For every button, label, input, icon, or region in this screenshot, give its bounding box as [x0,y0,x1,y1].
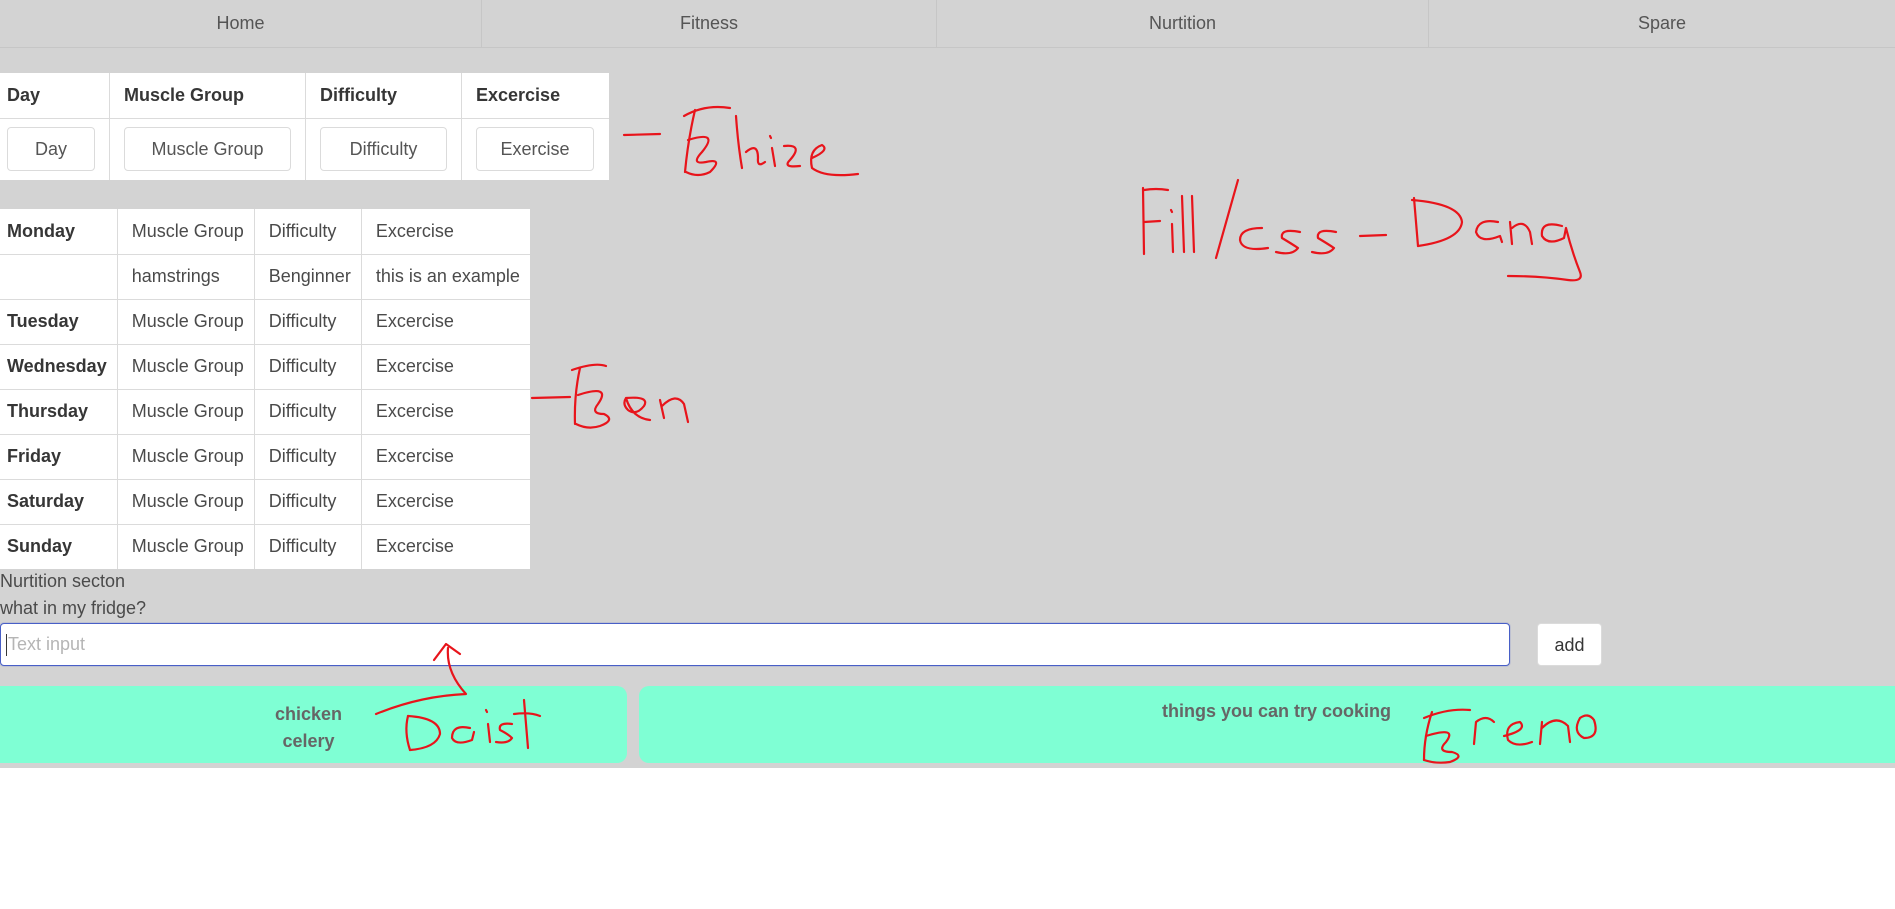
exercise-cell: Excercise [361,209,530,255]
schedule-row: Tuesday Muscle Group Difficulty Excercise [0,299,530,345]
day-cell: Friday [0,434,118,480]
text-caret [6,634,7,657]
difficulty-cell: Difficulty [254,389,362,435]
exercise-cell: this is an example [361,254,530,300]
fridge-item: celery [282,731,335,751]
muscle-group-input[interactable]: Muscle Group [124,127,291,172]
difficulty-cell: Difficulty [254,299,362,345]
header-day: Day [0,73,110,119]
day-cell [0,254,118,300]
schedule-row: Saturday Muscle Group Difficulty Excercise [0,479,530,525]
day-cell: Wednesday [0,344,118,390]
day-cell: Monday [0,209,118,255]
day-cell: Sunday [0,524,118,569]
nav-spare[interactable]: Spare [1429,0,1895,47]
muscle-group-cell: Muscle Group [117,299,255,345]
exercise-cell: Excercise [361,434,530,480]
day-cell: Saturday [0,479,118,525]
difficulty-input[interactable]: Difficulty [320,127,447,172]
muscle-group-cell: hamstrings [117,254,255,300]
fridge-label: what in my fridge? [0,598,147,618]
day-input[interactable]: Day [7,127,95,172]
exercise-cell: Excercise [361,479,530,525]
fridge-input-placeholder: Text input [8,634,86,654]
workout-input-table: Day Muscle Group Difficulty Excercise Da… [0,73,609,180]
add-button[interactable]: add [1537,623,1602,666]
schedule-row: hamstrings Benginner this is an example [0,254,530,300]
suggestions-title: things you can try cooking [1161,701,1392,721]
weekly-schedule-table: Monday Muscle Group Difficulty Excercise ham… [0,209,530,569]
fridge-text-input[interactable]: Text input [0,623,1510,666]
muscle-group-cell: Muscle Group [117,344,255,390]
exercise-cell: Excercise [361,299,530,345]
muscle-group-cell: Muscle Group [117,434,255,480]
muscle-group-cell: Muscle Group [117,479,255,525]
input-table-input-row: Day Muscle Group Difficulty Exercise [0,118,609,180]
day-cell: Tuesday [0,299,118,345]
recipe-suggestions-card: things you can try cooking [639,686,1895,763]
header-difficulty: Difficulty [305,73,462,119]
muscle-group-cell: Muscle Group [117,524,255,569]
schedule-row: Friday Muscle Group Difficulty Excercise [0,434,530,480]
exercise-input[interactable]: Exercise [476,127,594,172]
nav-home[interactable]: Home [0,0,482,47]
schedule-row: Wednesday Muscle Group Difficulty Excercise [0,344,530,390]
input-table-header-row: Day Muscle Group Difficulty Excercise [0,73,609,119]
exercise-cell: Excercise [361,389,530,435]
header-muscle-group: Muscle Group [109,73,306,119]
schedule-row: Sunday Muscle Group Difficulty Excercise [0,524,530,569]
difficulty-cell: Difficulty [254,524,362,569]
exercise-cell: Excercise [375,536,454,557]
nav-nutrition[interactable]: Nurtition [937,0,1429,47]
muscle-group-cell: Muscle Group [117,209,255,255]
day-cell: Thursday [0,389,118,435]
schedule-row: Monday Muscle Group Difficulty Excercise [0,209,530,255]
difficulty-cell: Difficulty [254,209,362,255]
difficulty-cell: Difficulty [254,434,362,480]
difficulty-cell: Benginner [254,254,362,300]
difficulty-cell: Difficulty [254,479,362,525]
difficulty-cell: Difficulty [254,344,362,390]
fridge-items-card: chicken celery [0,686,627,763]
nav-fitness[interactable]: Fitness [482,0,937,47]
header-exercise: Excercise [461,73,609,119]
nutrition-section-title: Nurtition secton [0,571,126,591]
muscle-group-cell: Muscle Group [117,389,255,435]
exercise-cell: Excercise [361,344,530,390]
fridge-item: chicken [274,704,343,724]
top-navbar: Home Fitness Nurtition Spare [0,0,1895,48]
schedule-row: Thursday Muscle Group Difficulty Excercise [0,389,530,435]
